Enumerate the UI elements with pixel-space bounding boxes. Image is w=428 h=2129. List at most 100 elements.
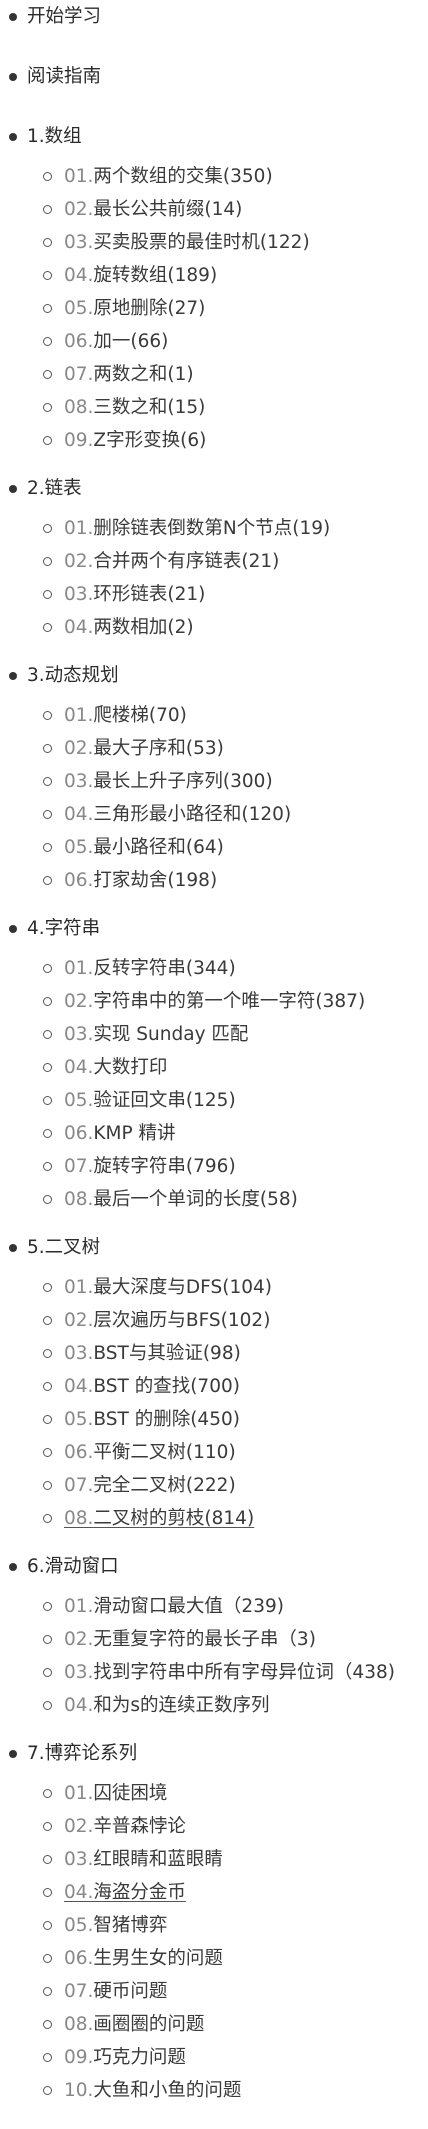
item-label[interactable]: 05.最小路径和(64): [64, 835, 224, 861]
item-text: 滑动窗口最大值（239): [93, 1596, 284, 1617]
item-label[interactable]: 01.滑动窗口最大值（239): [64, 1594, 284, 1620]
item-label[interactable]: 07.两数之和(1): [64, 362, 194, 388]
item-label[interactable]: 01.最大深度与DFS(104): [64, 1275, 272, 1301]
item-label[interactable]: 09.巧克力问题: [64, 2045, 186, 2071]
bullet-icon: [9, 133, 17, 141]
item-label[interactable]: 06.加一(66): [64, 329, 168, 355]
circle-bullet-icon: [43, 1668, 52, 1677]
circle-bullet-icon: [43, 1063, 52, 1072]
item-label[interactable]: 03.BST与其验证(98): [64, 1341, 241, 1367]
item-label[interactable]: 07.硬币问题: [64, 1979, 167, 2005]
circle-bullet-icon: [43, 1888, 52, 1897]
item-number: 02.: [64, 1310, 94, 1331]
circle-bullet-icon: [43, 370, 52, 379]
item-number: 01.: [64, 1783, 94, 1804]
circle-bullet-icon: [43, 403, 52, 412]
circle-bullet-icon: [43, 1096, 52, 1105]
item-number: 05.: [64, 1915, 94, 1936]
item-label[interactable]: 04.大数打印: [64, 1055, 167, 1081]
item-label[interactable]: 02.无重复字符的最长子串（3): [64, 1627, 316, 1653]
circle-bullet-icon: [43, 1030, 52, 1039]
item-label[interactable]: 09.Z字形变换(6): [64, 428, 206, 454]
section-title[interactable]: 阅读指南: [27, 62, 101, 92]
circle-bullet-icon: [43, 711, 52, 720]
item-label[interactable]: 06.KMP 精讲: [64, 1121, 176, 1147]
item-number: 04.: [64, 804, 94, 825]
item-label[interactable]: 04.BST 的查找(700): [64, 1374, 240, 1400]
item-label[interactable]: 08.最后一个单词的长度(58): [64, 1187, 298, 1213]
section-title[interactable]: 3.动态规划: [27, 661, 119, 691]
item-number: 01.: [64, 1277, 94, 1298]
item-label[interactable]: 02.辛普森悖论: [64, 1814, 186, 1840]
circle-bullet-icon: [43, 1129, 52, 1138]
item-number: 03.: [64, 1849, 94, 1870]
section-title[interactable]: 1.数组: [27, 122, 82, 152]
item-text: 原地删除(27): [93, 298, 206, 319]
item-label[interactable]: 05.验证回文串(125): [64, 1088, 236, 1114]
item-label[interactable]: 05.BST 的删除(450): [64, 1407, 240, 1433]
circle-bullet-icon: [43, 172, 52, 181]
circle-bullet-icon: [43, 205, 52, 214]
item-label[interactable]: 08.二叉树的剪枝(814): [64, 1506, 254, 1532]
item-text: 完全二叉树(222): [93, 1475, 236, 1496]
item-label[interactable]: 01.囚徒困境: [64, 1781, 167, 1807]
item-number: 05.: [64, 1090, 94, 1111]
item-text: 硬币问题: [93, 1981, 168, 2002]
item-label[interactable]: 06.打家劫舍(198): [64, 868, 217, 894]
item-label[interactable]: 02.层次遍历与BFS(102): [64, 1308, 270, 1334]
item-text: 三角形最小路径和(120): [93, 804, 292, 825]
item-label[interactable]: 02.最长公共前缀(14): [64, 197, 242, 223]
item-label[interactable]: 03.最长上升子序列(300): [64, 769, 273, 795]
section-title[interactable]: 6.滑动窗口: [27, 1552, 119, 1582]
item-number: 06.: [64, 870, 94, 891]
item-label[interactable]: 05.原地删除(27): [64, 296, 205, 322]
item-label[interactable]: 10.大鱼和小鱼的问题: [64, 2078, 241, 2104]
item-label[interactable]: 01.删除链表倒数第N个节点(19): [64, 516, 330, 542]
item-label[interactable]: 03.红眼睛和蓝眼睛: [64, 1847, 223, 1873]
item-label[interactable]: 04.海盗分金币: [64, 1880, 186, 1906]
item-number: 02.: [64, 1629, 94, 1650]
item-label[interactable]: 08.三数之和(15): [64, 395, 205, 421]
item-label[interactable]: 04.两数相加(2): [64, 615, 194, 641]
item-text: KMP 精讲: [93, 1123, 176, 1144]
item-text: 旋转数组(189): [93, 265, 218, 286]
item-label[interactable]: 04.旋转数组(189): [64, 263, 217, 289]
item-label[interactable]: 01.两个数组的交集(350): [64, 164, 273, 190]
section-title[interactable]: 开始学习: [27, 2, 101, 32]
section-title[interactable]: 2.链表: [27, 474, 82, 504]
item-label[interactable]: 01.爬楼梯(70): [64, 703, 187, 729]
item-number: 06.: [64, 1123, 94, 1144]
item-number: 07.: [64, 1156, 94, 1177]
item-label[interactable]: 06.平衡二叉树(110): [64, 1440, 236, 1466]
item-number: 03.: [64, 771, 94, 792]
circle-bullet-icon: [43, 2086, 52, 2095]
item-label[interactable]: 06.生男生女的问题: [64, 1946, 223, 1972]
section-title[interactable]: 7.博弈论系列: [27, 1739, 137, 1769]
item-label[interactable]: 03.实现 Sunday 匹配: [64, 1022, 248, 1048]
item-label[interactable]: 02.合并两个有序链表(21): [64, 549, 279, 575]
item-label[interactable]: 07.完全二叉树(222): [64, 1473, 236, 1499]
item-label[interactable]: 03.找到字符串中所有字母异位词（438): [64, 1660, 395, 1686]
item-label[interactable]: 01.反转字符串(344): [64, 956, 236, 982]
item-label[interactable]: 05.智猪博弈: [64, 1913, 167, 1939]
item-label[interactable]: 02.字符串中的第一个唯一字符(387): [64, 989, 365, 1015]
item-label[interactable]: 02.最大子序和(53): [64, 736, 224, 762]
section-title[interactable]: 5.二叉树: [27, 1233, 100, 1263]
circle-bullet-icon: [43, 1921, 52, 1930]
item-number: 09.: [64, 430, 94, 451]
item-label[interactable]: 04.和为s的连续正数序列: [64, 1693, 270, 1719]
item-text: 两数之和(1): [93, 364, 194, 385]
section-title[interactable]: 4.字符串: [27, 914, 100, 944]
item-label[interactable]: 04.三角形最小路径和(120): [64, 802, 291, 828]
circle-bullet-icon: [43, 1822, 52, 1831]
bullet-icon: [9, 73, 17, 81]
item-label[interactable]: 03.买卖股票的最佳时机(122): [64, 230, 310, 256]
item-text: 两数相加(2): [93, 617, 194, 638]
circle-bullet-icon: [43, 1283, 52, 1292]
item-label[interactable]: 07.旋转字符串(796): [64, 1154, 236, 1180]
item-label[interactable]: 08.画圈圈的问题: [64, 2012, 204, 2038]
item-label[interactable]: 03.环形链表(21): [64, 582, 205, 608]
circle-bullet-icon: [43, 590, 52, 599]
item-number: 03.: [64, 1024, 94, 1045]
item-text: BST 的删除(450): [93, 1409, 240, 1430]
